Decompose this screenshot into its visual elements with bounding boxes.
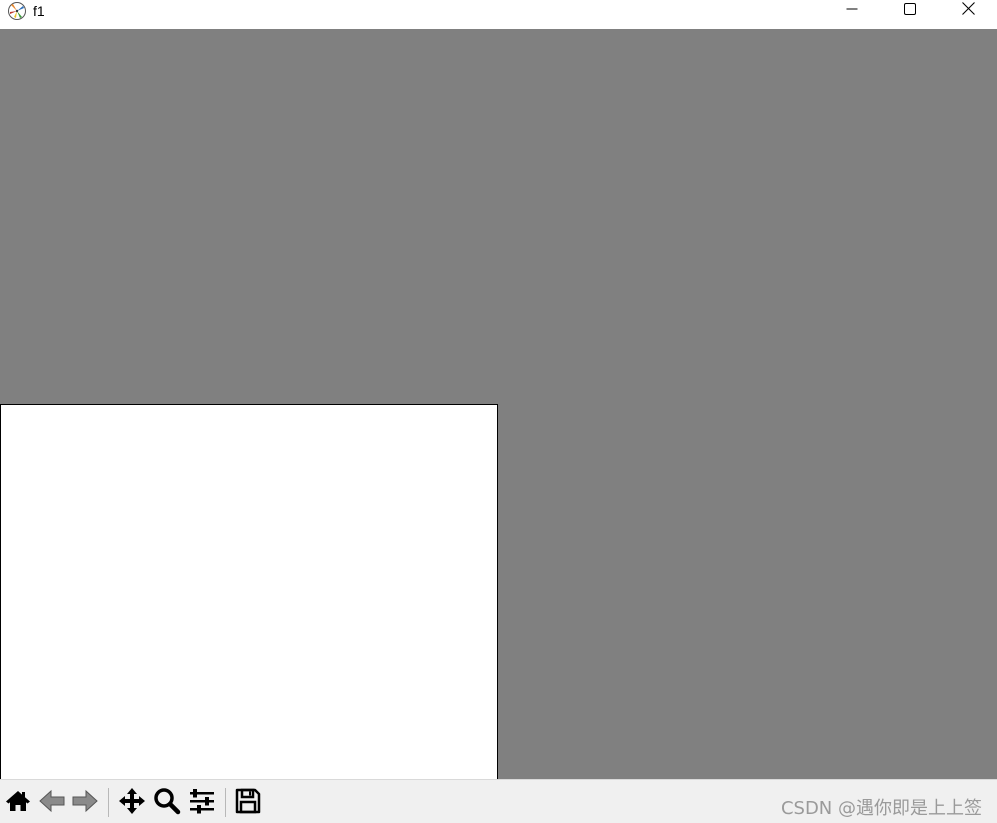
pan-button[interactable]	[117, 787, 147, 820]
back-button[interactable]	[37, 788, 67, 818]
forward-button[interactable]	[70, 788, 100, 818]
close-icon	[961, 2, 975, 20]
matplotlib-window: f1 CSDN @遇你即是上上签	[0, 0, 997, 823]
zoom-button[interactable]	[152, 787, 182, 820]
maximize-button[interactable]	[881, 0, 939, 22]
pan-move-icon	[118, 787, 146, 820]
minimize-icon	[846, 2, 858, 20]
home-button[interactable]	[3, 788, 33, 818]
subplot-axes[interactable]	[0, 404, 498, 779]
figure-canvas[interactable]	[0, 29, 997, 779]
toolbar-separator	[108, 788, 109, 817]
forward-arrow-icon	[71, 789, 99, 818]
zoom-magnifier-icon	[153, 787, 181, 820]
navigation-toolbar: CSDN @遇你即是上上签	[0, 779, 997, 823]
save-floppy-icon	[235, 788, 261, 819]
back-arrow-icon	[38, 789, 66, 818]
matplotlib-logo-icon	[7, 1, 27, 21]
toolbar-separator	[225, 788, 226, 817]
window-title: f1	[33, 3, 45, 19]
title-bar[interactable]: f1	[0, 0, 997, 29]
close-button[interactable]	[939, 0, 997, 22]
configure-subplots-button[interactable]	[187, 788, 217, 818]
configure-subplots-icon	[188, 788, 216, 819]
home-icon	[5, 789, 31, 818]
minimize-button[interactable]	[823, 0, 881, 22]
maximize-icon	[904, 2, 916, 20]
save-button[interactable]	[233, 788, 263, 818]
watermark-text: CSDN @遇你即是上上签	[780, 798, 982, 819]
